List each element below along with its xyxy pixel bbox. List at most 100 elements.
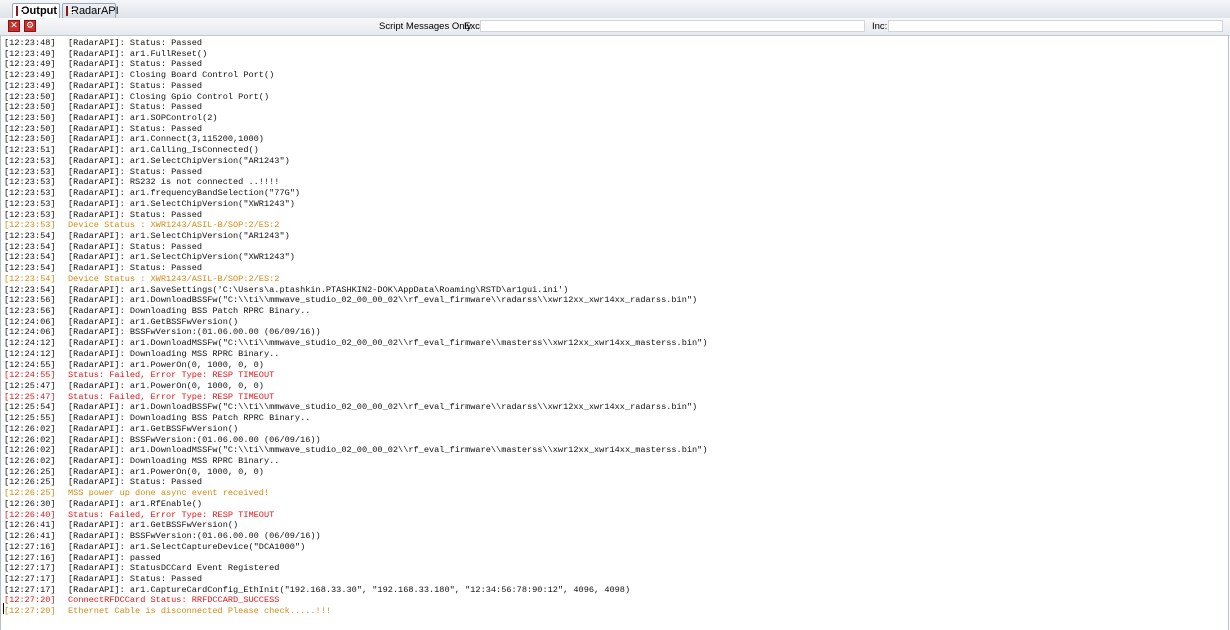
log-timestamp: [12:26:41] xyxy=(4,531,56,542)
log-message: [RadarAPI]: ar1.Calling_IsConnected() xyxy=(68,145,259,156)
log-line: [12:23:56] [RadarAPI]: Downloading BSS Pa… xyxy=(4,306,1228,317)
log-line: [12:27:16] [RadarAPI]: ar1.SelectCaptureD… xyxy=(4,542,1228,553)
log-timestamp: [12:23:53] xyxy=(4,155,56,166)
log-timestamp: [12:25:55] xyxy=(4,413,56,424)
log-timestamp: [12:23:49] xyxy=(4,48,56,59)
log-message: [RadarAPI]: Closing Board Control Port() xyxy=(68,70,275,81)
log-message: [RadarAPI]: ar1.SelectChipVersion("AR124… xyxy=(68,155,290,166)
log-line: [12:23:50] [RadarAPI]: ar1.Connect(3,1152… xyxy=(4,134,1228,145)
log-line: [12:23:54] Device Status : XWR1243/ASIL-B… xyxy=(4,274,1228,285)
log-timestamp: [12:27:17] xyxy=(4,584,56,595)
log-line: [12:23:54] [RadarAPI]: ar1.SelectChipVers… xyxy=(4,231,1228,242)
log-message: [RadarAPI]: Downloading BSS Patch RPRC B… xyxy=(68,413,311,424)
log-message: [RadarAPI]: Downloading BSS Patch RPRC B… xyxy=(68,305,311,316)
log-line: [12:23:53] [RadarAPI]: Status: Passed xyxy=(4,167,1228,178)
log-timestamp: [12:26:40] xyxy=(4,509,56,520)
log-message: [RadarAPI]: Downloading MSS RPRC Binary.… xyxy=(68,348,280,359)
log-timestamp: [12:24:06] xyxy=(4,327,56,338)
log-message: [RadarAPI]: Status: Passed xyxy=(68,263,203,274)
log-line: [12:25:55] [RadarAPI]: Downloading BSS Pa… xyxy=(4,413,1228,424)
log-message: [RadarAPI]: ar1.SelectChipVersion("XWR12… xyxy=(68,252,295,263)
log-message: [RadarAPI]: Status: Passed xyxy=(68,80,203,91)
log-line: [12:23:49] [RadarAPI]: Status: Passed xyxy=(4,59,1228,70)
clear-icon[interactable]: ✕ xyxy=(8,20,20,32)
log-message: [RadarAPI]: BSSFwVersion:(01.06.00.00 (0… xyxy=(68,327,321,338)
tab-bar: Output RadarAPI xyxy=(0,0,1230,19)
log-line: [12:24:12] [RadarAPI]: ar1.DownloadMSSFw(… xyxy=(4,338,1228,349)
log-timestamp: [12:26:02] xyxy=(4,456,56,467)
log-message: [RadarAPI]: ar1.GetBSSFwVersion() xyxy=(68,520,239,531)
log-timestamp: [12:23:53] xyxy=(4,198,56,209)
log-message: [RadarAPI]: Closing Gpio Control Port() xyxy=(68,91,270,102)
log-line: [12:26:02] [RadarAPI]: ar1.GetBSSFwVersio… xyxy=(4,424,1228,435)
log-message: [RadarAPI]: ar1.SelectChipVersion("XWR12… xyxy=(68,198,295,209)
log-message: [RadarAPI]: ar1.GetBSSFwVersion() xyxy=(68,423,239,434)
log-timestamp: [12:27:17] xyxy=(4,573,56,584)
log-line: [12:25:54] [RadarAPI]: ar1.DownloadBSSFw(… xyxy=(4,402,1228,413)
log-timestamp: [12:23:50] xyxy=(4,113,56,124)
log-timestamp: [12:27:20] xyxy=(4,606,56,617)
log-timestamp: [12:23:53] xyxy=(4,177,56,188)
log-timestamp: [12:25:47] xyxy=(4,381,56,391)
log-line: [12:24:06] [RadarAPI]: ar1.GetBSSFwVersio… xyxy=(4,317,1228,328)
log-line: [12:24:06] [RadarAPI]: BSSFwVersion:(01.0… xyxy=(4,327,1228,338)
log-timestamp: [12:27:16] xyxy=(4,552,56,563)
log-line: [12:27:17] [RadarAPI]: ar1.CaptureCardCon… xyxy=(4,585,1228,596)
log-timestamp: [12:26:30] xyxy=(4,498,56,509)
log-line: [12:25:47] [RadarAPI]: ar1.PowerOn(0, 100… xyxy=(4,381,1228,392)
log-message: MSS power up done async event received! xyxy=(68,488,270,499)
log-line: [12:27:16] [RadarAPI]: passed xyxy=(4,553,1228,564)
inc-filter-input[interactable] xyxy=(888,20,1223,32)
log-message: [RadarAPI]: ar1.GetBSSFwVersion() xyxy=(68,316,239,327)
log-message: [RadarAPI]: ar1.DownloadMSSFw("C:\\ti\\m… xyxy=(68,445,708,456)
log-timestamp: [12:23:49] xyxy=(4,59,56,70)
log-timestamp: [12:23:51] xyxy=(4,145,56,156)
log-message: [RadarAPI]: ar1.RfEnable() xyxy=(68,498,203,509)
tab-output[interactable]: Output xyxy=(12,3,60,18)
log-timestamp: [12:26:25] xyxy=(4,477,56,488)
tab-radarapi[interactable]: RadarAPI xyxy=(62,3,119,18)
log-line: [12:26:25] [RadarAPI]: ar1.PowerOn(0, 100… xyxy=(4,467,1228,478)
log-line: [12:23:54] [RadarAPI]: ar1.SaveSettings('… xyxy=(4,285,1228,296)
log-timestamp: [12:24:55] xyxy=(4,370,56,381)
log-timestamp: [12:26:02] xyxy=(4,445,56,456)
log-timestamp: [12:23:54] xyxy=(4,252,56,263)
log-timestamp: [12:23:54] xyxy=(4,230,56,241)
log-line: [12:23:50] [RadarAPI]: Status: Passed xyxy=(4,102,1228,113)
log-message: [RadarAPI]: ar1.PowerOn(0, 1000, 0, 0) xyxy=(68,466,264,477)
log-timestamp: [12:26:41] xyxy=(4,520,56,531)
log-timestamp: [12:23:53] xyxy=(4,188,56,199)
radarapi-icon xyxy=(66,6,73,16)
script-messages-only-toggle[interactable]: Script Messages Only xyxy=(379,21,471,32)
log-timestamp: [12:26:25] xyxy=(4,488,56,499)
log-timestamp: [12:23:54] xyxy=(4,241,56,252)
log-message: Device Status : XWR1243/ASIL-B/SOP:2/ES:… xyxy=(68,273,280,284)
settings-icon[interactable]: ⚙ xyxy=(24,20,36,32)
log-message: [RadarAPI]: StatusDCCard Event Registere… xyxy=(68,563,280,574)
log-message: [RadarAPI]: Status: Passed xyxy=(68,241,203,252)
log-message: [RadarAPI]: Status: Passed xyxy=(68,477,203,488)
log-timestamp: [12:23:49] xyxy=(4,80,56,91)
log-line: [12:23:48] [RadarAPI]: Status: Passed xyxy=(4,38,1228,49)
log-message: [RadarAPI]: BSSFwVersion:(01.06.00.00 (0… xyxy=(68,531,321,542)
exc-filter-input[interactable] xyxy=(480,20,865,32)
log-line: [12:26:41] [RadarAPI]: BSSFwVersion:(01.0… xyxy=(4,531,1228,542)
log-timestamp: [12:27:20] xyxy=(4,595,56,606)
log-message: [RadarAPI]: RS232 is not connected ..!!!… xyxy=(68,177,280,188)
log-line: [12:23:53] Device Status : XWR1243/ASIL-B… xyxy=(4,220,1228,231)
tab-radarapi-label: RadarAPI xyxy=(71,5,119,17)
log-timestamp: [12:23:48] xyxy=(4,38,56,48)
log-line: [12:27:20] ConnectRFDCCard Status: RRFDCC… xyxy=(4,595,1228,606)
log-line: [12:26:02] [RadarAPI]: BSSFwVersion:(01.0… xyxy=(4,435,1228,446)
log-message: [RadarAPI]: ar1.SelectCaptureDevice("DCA… xyxy=(68,541,306,552)
log-message: [RadarAPI]: Status: Passed xyxy=(68,59,203,70)
log-message: [RadarAPI]: Status: Passed xyxy=(68,123,203,134)
log-message: [RadarAPI]: ar1.PowerOn(0, 1000, 0, 0) xyxy=(68,381,264,391)
log-timestamp: [12:23:53] xyxy=(4,209,56,220)
output-log[interactable]: [12:23:48] [RadarAPI]: Status: Passed [12:… xyxy=(0,36,1229,630)
log-message: [RadarAPI]: Status: Passed xyxy=(68,166,203,177)
log-line: [12:23:53] [RadarAPI]: RS232 is not conne… xyxy=(4,177,1228,188)
log-line: [12:24:55] Status: Failed, Error Type: RE… xyxy=(4,370,1228,381)
log-line: [12:27:17] [RadarAPI]: StatusDCCard Event… xyxy=(4,563,1228,574)
log-line: [12:23:54] [RadarAPI]: Status: Passed xyxy=(4,263,1228,274)
